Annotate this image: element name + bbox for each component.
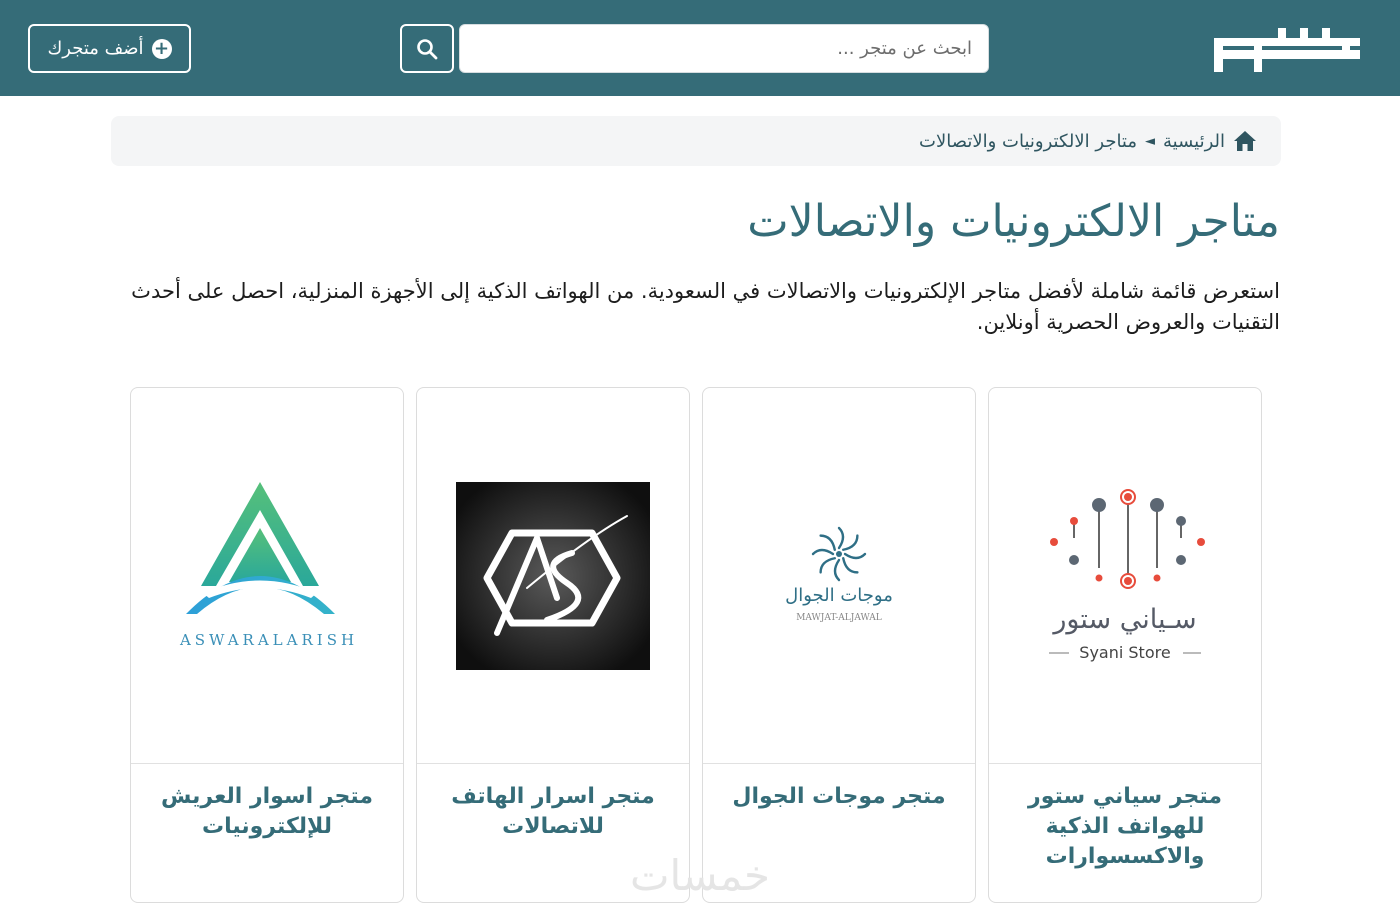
store-name[interactable]: متجر موجات الجوال <box>713 782 965 812</box>
search-icon <box>417 38 438 59</box>
card-divider <box>989 763 1261 764</box>
home-icon[interactable] <box>1233 130 1257 152</box>
store-name[interactable]: متجر سياني ستور للهواتف الذكية والاكسسوا… <box>999 782 1251 872</box>
search-input[interactable] <box>459 24 989 73</box>
store-card-aswar[interactable]: ASWARALARISH متجر اسوار العريش للإلكترون… <box>130 387 404 903</box>
store-logo-mawjat-en: MAWJAT-ALJAWAL <box>796 613 882 623</box>
page-description: استعرض قائمة شاملة لأفضل متاجر الإلكترون… <box>131 279 1280 334</box>
breadcrumb-home-link[interactable]: الرئيسية <box>1163 131 1225 152</box>
store-logo-aswar: ASWARALARISH <box>179 482 358 649</box>
store-logo-aswar-en: ASWARALARISH <box>179 631 358 649</box>
store-logo-asrar: AS <box>456 482 650 670</box>
search-bar <box>400 24 989 73</box>
plus-circle-icon: + <box>151 38 172 59</box>
store-cards-grid: سـياني ستور Syani Store متجر سياني ستور … <box>130 387 1262 903</box>
store-logo-mawjat-ar: موجات الجوال <box>785 585 893 606</box>
watermark: خمسات <box>629 851 771 900</box>
card-divider <box>131 763 403 764</box>
page-title: متاجر الالكترونيات والاتصالات <box>747 196 1280 247</box>
breadcrumb-current: متاجر الالكترونيات والاتصالات <box>919 130 1137 152</box>
add-store-button[interactable]: + أضف متجرك <box>28 24 191 73</box>
search-button[interactable] <box>400 24 454 73</box>
store-card-mawjat[interactable]: موجات الجوال MAWJAT-ALJAWAL متجر موجات ا… <box>702 387 976 903</box>
breadcrumb: الرئيسية ◄ متاجر الالكترونيات والاتصالات <box>111 116 1281 166</box>
store-name[interactable]: متجر اسوار العريش للإلكترونيات <box>141 782 393 842</box>
store-logo-syani: سـياني ستور Syani Store <box>1049 489 1205 662</box>
card-divider <box>417 763 689 764</box>
store-logo-syani-en: Syani Store <box>1079 643 1170 662</box>
top-navbar: + أضف متجرك <box>0 0 1400 96</box>
store-name[interactable]: متجر اسرار الهاتف للاتصالات <box>427 782 679 842</box>
breadcrumb-separator: ◄ <box>1145 133 1155 149</box>
store-card-asrar[interactable]: AS متجر اسرار الهاتف للاتصالات <box>416 387 690 903</box>
store-logo-mawjat: موجات الجوال MAWJAT-ALJAWAL <box>785 526 893 623</box>
site-logo[interactable] <box>1214 22 1360 76</box>
store-card-syani[interactable]: سـياني ستور Syani Store متجر سياني ستور … <box>988 387 1262 903</box>
card-divider <box>703 763 975 764</box>
add-store-label: أضف متجرك <box>47 38 144 59</box>
store-logo-syani-ar: سـياني ستور <box>1051 604 1196 635</box>
